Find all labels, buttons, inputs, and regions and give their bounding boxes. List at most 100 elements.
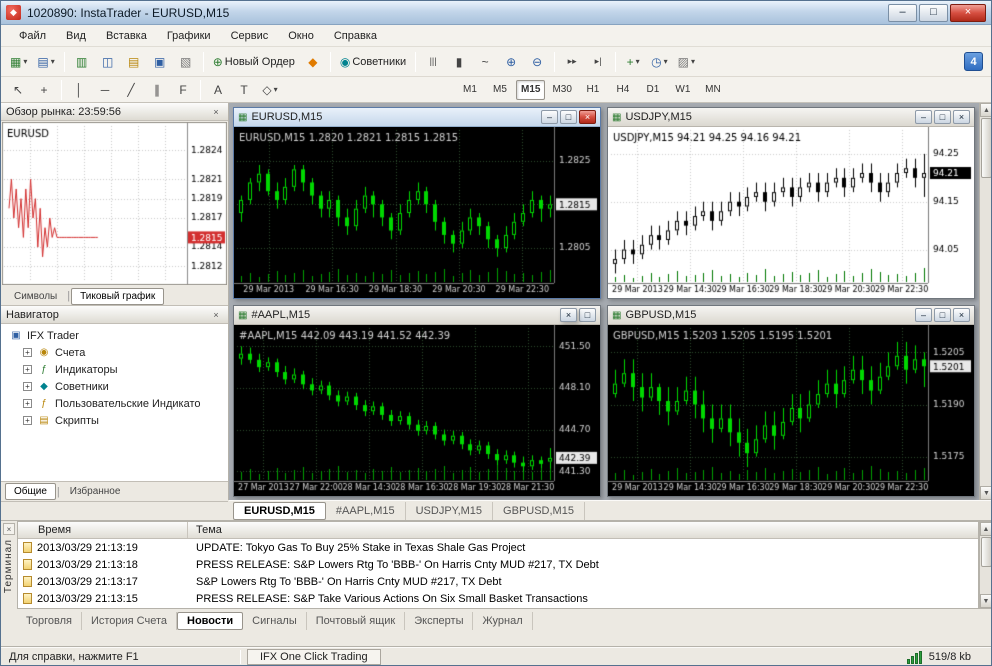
chart-canvas-usdjpy[interactable] xyxy=(608,127,974,298)
window-maximize-button[interactable]: □ xyxy=(919,3,948,22)
tab-favorites[interactable]: Избранное xyxy=(61,483,130,500)
tree-item-indicators[interactable]: + ƒ Индикаторы xyxy=(1,361,228,378)
tree-item-advisors[interactable]: + ◆ Советники xyxy=(1,378,228,395)
chart-shift-button[interactable]: ▸| xyxy=(586,50,610,74)
timeframe-button-m1[interactable]: M1 xyxy=(456,80,484,100)
terminal-button[interactable]: ▣ xyxy=(148,50,172,74)
window-minimize-button[interactable]: – xyxy=(888,3,917,22)
data-window-button[interactable]: ◫ xyxy=(96,50,120,74)
tree-item-custom-indicators[interactable]: + ƒ Пользовательские Индикато xyxy=(1,395,228,412)
timeframe-button-m15[interactable]: M15 xyxy=(516,79,546,100)
chart-minimize-button[interactable]: – xyxy=(915,308,932,322)
menu-window[interactable]: Окно xyxy=(278,25,324,47)
text-button[interactable]: A xyxy=(206,78,230,102)
metaeditor-button[interactable]: ◆ xyxy=(301,50,325,74)
tab-common[interactable]: Общие xyxy=(5,483,56,500)
menu-view[interactable]: Вид xyxy=(56,25,96,47)
tree-item-scripts[interactable]: + ▤ Скрипты xyxy=(1,412,228,429)
notifications-badge[interactable]: 4 xyxy=(964,52,983,71)
tab-trade[interactable]: Торговля xyxy=(17,612,82,630)
expand-icon[interactable]: + xyxy=(23,416,32,425)
chart-close-button[interactable]: × xyxy=(953,308,970,322)
chart-minimize-button[interactable]: – xyxy=(915,110,932,124)
chart-window-titlebar[interactable]: ▦ #AAPL,M15 – □ × xyxy=(234,306,600,325)
window-titlebar[interactable]: ◆ 1020890: InstaTrader - EURUSD,M15 – □ … xyxy=(1,1,991,25)
chart-tab-aapl[interactable]: #AAPL,M15 xyxy=(326,501,406,520)
templates-button[interactable]: ▨ ▾ xyxy=(674,50,699,74)
trendline-button[interactable]: ╱ xyxy=(119,78,143,102)
shapes-button[interactable]: ◇ ▾ xyxy=(258,78,282,102)
bar-chart-button[interactable]: ||| xyxy=(421,50,445,74)
scrollbar-thumb[interactable] xyxy=(981,118,991,178)
expand-icon[interactable]: + xyxy=(23,382,32,391)
zoom-in-button[interactable]: ⊕ xyxy=(499,50,523,74)
advisors-button[interactable]: ◉ Советники xyxy=(336,50,410,74)
tab-tick-chart[interactable]: Тиковый график xyxy=(71,287,165,305)
chart-canvas-aapl[interactable] xyxy=(234,325,600,496)
chart-close-button[interactable]: × xyxy=(953,110,970,124)
profiles-button[interactable]: ▤ ▾ xyxy=(33,50,58,74)
chart-close-button[interactable]: × xyxy=(579,110,596,124)
candlestick-button[interactable]: ▮ xyxy=(447,50,471,74)
chart-tab-usdjpy[interactable]: USDJPY,M15 xyxy=(406,501,494,520)
tab-symbols[interactable]: Символы xyxy=(5,288,66,305)
news-row[interactable]: 2013/03/29 21:13:15 PRESS RELEASE: S&P T… xyxy=(18,590,978,607)
chart-tab-gbpusd[interactable]: GBPUSD,M15 xyxy=(493,501,585,520)
scroll-up-icon[interactable]: ▲ xyxy=(980,522,991,536)
horizontal-line-button[interactable]: ─ xyxy=(93,78,117,102)
tree-item-ifx-trader[interactable]: ▣ IFX Trader xyxy=(1,327,228,344)
tab-mailbox[interactable]: Почтовый ящик xyxy=(307,612,406,630)
menu-service[interactable]: Сервис xyxy=(221,25,279,47)
fibonacci-button[interactable]: F xyxy=(171,78,195,102)
market-watch-header[interactable]: Обзор рынка: 23:59:56 × xyxy=(1,103,228,121)
tab-journal[interactable]: Журнал xyxy=(473,612,533,630)
tick-chart-canvas[interactable] xyxy=(2,122,227,285)
market-watch-close-button[interactable]: × xyxy=(209,105,223,118)
tab-news[interactable]: Новости xyxy=(177,612,244,630)
new-order-button[interactable]: ⊕ Новый Ордер xyxy=(209,50,299,74)
expand-icon[interactable]: + xyxy=(23,399,32,408)
terminal-close-button[interactable]: × xyxy=(3,523,15,535)
chart-restore-button[interactable]: □ xyxy=(934,308,951,322)
zoom-out-button[interactable]: ⊖ xyxy=(525,50,549,74)
market-watch-button[interactable]: ▥ xyxy=(70,50,94,74)
window-close-button[interactable]: × xyxy=(950,3,986,22)
crosshair-button[interactable]: + xyxy=(32,78,56,102)
cursor-button[interactable]: ↖ xyxy=(6,78,30,102)
news-row[interactable]: 2013/03/29 21:13:18 PRESS RELEASE: S&P L… xyxy=(18,556,978,573)
news-row[interactable]: 2013/03/29 21:13:17 S&P Lowers Rtg To 'B… xyxy=(18,573,978,590)
timeframe-button-mn[interactable]: MN xyxy=(699,80,727,100)
menu-file[interactable]: Файл xyxy=(9,25,56,47)
navigator-close-button[interactable]: × xyxy=(209,308,223,321)
timeframe-button-h1[interactable]: H1 xyxy=(579,80,607,100)
scroll-down-icon[interactable]: ▼ xyxy=(980,594,991,608)
workspace-scrollbar[interactable]: ▲ ▼ xyxy=(979,103,991,500)
timeframe-button-m30[interactable]: M30 xyxy=(547,80,576,100)
navigator-header[interactable]: Навигатор × xyxy=(1,306,228,324)
menu-help[interactable]: Справка xyxy=(324,25,387,47)
timeframe-button-w1[interactable]: W1 xyxy=(669,80,697,100)
chart-window-titlebar[interactable]: ▦ EURUSD,M15 – □ × xyxy=(234,108,600,127)
chart-restore-button[interactable]: □ xyxy=(560,110,577,124)
chart-close-button[interactable]: × xyxy=(560,308,577,322)
scroll-up-icon[interactable]: ▲ xyxy=(980,103,991,117)
menu-insert[interactable]: Вставка xyxy=(96,25,157,47)
news-row[interactable]: 2013/03/29 21:13:19 UPDATE: Tokyo Gas To… xyxy=(18,539,978,556)
tab-experts[interactable]: Эксперты xyxy=(405,612,474,630)
terminal-scrollbar[interactable]: ▲ ▼ xyxy=(979,521,991,609)
expand-icon[interactable]: + xyxy=(23,348,32,357)
expand-icon[interactable]: + xyxy=(23,365,32,374)
chart-window-titlebar[interactable]: ▦ GBPUSD,M15 – □ × xyxy=(608,306,974,325)
indicators-button[interactable]: + ▾ xyxy=(621,50,645,74)
navigator-button[interactable]: ▤ xyxy=(122,50,146,74)
scroll-down-icon[interactable]: ▼ xyxy=(980,486,991,500)
scrollbar-thumb[interactable] xyxy=(981,537,991,567)
tab-signals[interactable]: Сигналы xyxy=(243,612,307,630)
tree-item-accounts[interactable]: + ◉ Счета xyxy=(1,344,228,361)
channel-button[interactable]: ∥ xyxy=(145,78,169,102)
tab-account-history[interactable]: История Счета xyxy=(82,612,178,630)
chart-minimize-button[interactable]: – xyxy=(541,110,558,124)
autoscroll-button[interactable]: ▸▸ xyxy=(560,50,584,74)
chart-restore-button[interactable]: □ xyxy=(934,110,951,124)
periods-button[interactable]: ◷ ▾ xyxy=(647,50,672,74)
